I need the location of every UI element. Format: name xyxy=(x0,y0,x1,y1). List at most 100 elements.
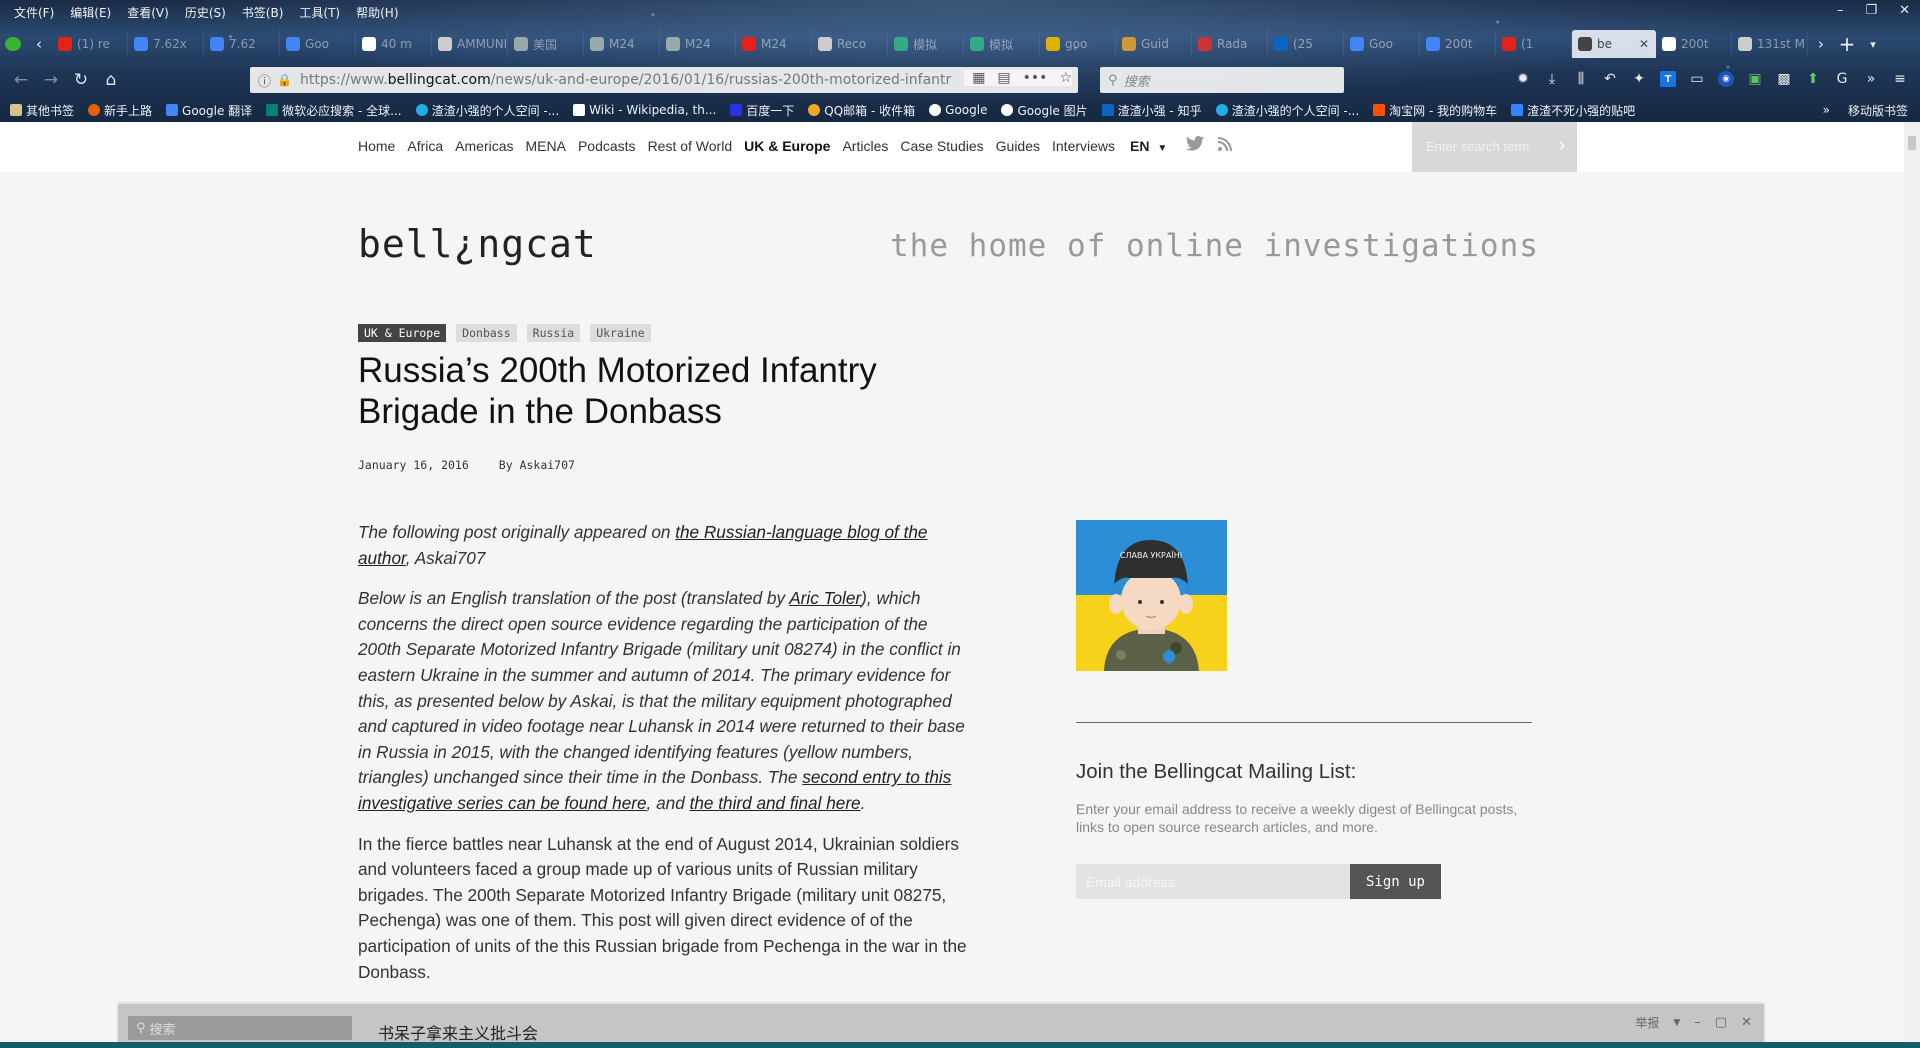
page-actions-icon[interactable]: ••• xyxy=(1023,70,1048,86)
reader-view-icon[interactable]: ▤ xyxy=(997,70,1010,86)
extension-screen-icon[interactable]: ▭ xyxy=(1689,71,1705,87)
nav-interviews[interactable]: Interviews xyxy=(1052,138,1115,154)
bookmark-item[interactable]: 百度一下 xyxy=(730,102,794,119)
browser-tab[interactable]: goo xyxy=(1040,30,1116,58)
bookmark-item[interactable]: Google xyxy=(929,103,987,117)
scroll-tabs-left-icon[interactable]: ‹ xyxy=(26,31,52,57)
browser-tab[interactable]: (25 xyxy=(1268,30,1344,58)
browser-tab[interactable]: M24 xyxy=(584,30,660,58)
nav-uk-europe[interactable]: UK & Europe xyxy=(744,138,830,154)
bookmark-item[interactable]: 淘宝网 - 我的购物车 xyxy=(1373,102,1497,119)
bookmark-item[interactable]: 渣渣不死小强的贴吧 xyxy=(1511,102,1635,119)
bookmark-item[interactable]: 渣渣小强 - 知乎 xyxy=(1101,102,1202,119)
browser-tab[interactable]: Rada xyxy=(1192,30,1268,58)
site-logo[interactable]: bell¿ngcat xyxy=(358,222,597,266)
search-submit-icon[interactable]: › xyxy=(1559,135,1565,156)
nav-podcasts[interactable]: Podcasts xyxy=(578,138,636,154)
bookmark-item[interactable]: Wiki - Wikipedia, th... xyxy=(573,103,716,117)
hamburger-menu-icon[interactable]: ≡ xyxy=(1892,71,1908,87)
bookmark-item[interactable]: Google 图片 xyxy=(1001,102,1088,119)
bookmark-item[interactable]: 微软必应搜索 - 全球... xyxy=(266,102,402,119)
extension-green-icon[interactable]: ▣ xyxy=(1747,71,1763,87)
bookmark-item[interactable]: 渣渣小强的个人空间 -... xyxy=(415,102,559,119)
email-field[interactable] xyxy=(1076,864,1350,899)
translate-extension-icon[interactable]: T xyxy=(1660,71,1676,87)
maximize-icon[interactable]: ▢ xyxy=(1715,1015,1727,1030)
extension-bird-icon[interactable]: ✦ xyxy=(1631,71,1647,87)
language-selector[interactable]: EN ▼ xyxy=(1130,138,1167,154)
nav-mena[interactable]: MENA xyxy=(526,138,566,154)
nav-articles[interactable]: Articles xyxy=(842,138,888,154)
browser-tab[interactable]: Goo xyxy=(280,30,356,58)
menu-history[interactable]: 历史(S) xyxy=(177,4,234,21)
bookmark-star-icon[interactable]: ☆ xyxy=(1059,70,1072,86)
browser-tab[interactable]: AMMUNI xyxy=(432,30,508,58)
download-icon[interactable]: ⤓ xyxy=(1544,71,1560,87)
bookmark-item[interactable]: 渣渣小强的个人空间 -... xyxy=(1215,102,1359,119)
new-tab-icon[interactable]: + xyxy=(1834,31,1860,57)
forward-icon[interactable]: → xyxy=(36,65,66,95)
menu-edit[interactable]: 编辑(E) xyxy=(62,4,119,21)
browser-tab[interactable]: 40 m xyxy=(356,30,432,58)
nav-africa[interactable]: Africa xyxy=(407,138,443,154)
chevron-down-icon[interactable]: ▼ xyxy=(1673,1018,1680,1028)
nav-case-studies[interactable]: Case Studies xyxy=(900,138,983,154)
page-scrollbar[interactable] xyxy=(1904,122,1920,1048)
undo-icon[interactable]: ↶ xyxy=(1602,71,1618,87)
signup-button[interactable]: Sign up xyxy=(1350,864,1441,899)
browser-tab[interactable]: M24 xyxy=(660,30,736,58)
browser-tab[interactable]: 131st M xyxy=(1732,30,1808,58)
browser-tab[interactable]: 200t xyxy=(1420,30,1496,58)
browser-search-input[interactable]: ⚲ 搜索 xyxy=(1100,67,1344,93)
site-info-icon[interactable]: ⓘ xyxy=(258,71,271,90)
mobile-bookmarks[interactable]: 移动版书签 xyxy=(1848,102,1908,119)
close-tab-icon[interactable]: ✕ xyxy=(1639,37,1649,51)
close-icon[interactable]: ✕ xyxy=(1741,1015,1752,1030)
tab-list-icon[interactable]: ▾ xyxy=(1860,31,1886,57)
minimize-icon[interactable]: – xyxy=(1694,1015,1701,1030)
nav-rest-of-world[interactable]: Rest of World xyxy=(648,138,733,154)
menu-tools[interactable]: 工具(T) xyxy=(291,4,348,21)
browser-tab[interactable]: 7.62x xyxy=(128,30,204,58)
browser-tab[interactable]: 模拟 xyxy=(888,30,964,58)
browser-tab[interactable]: be ✕ xyxy=(1572,30,1656,58)
tag-russia[interactable]: Russia xyxy=(526,324,581,342)
twitter-icon[interactable] xyxy=(1186,136,1204,155)
overlay-search-input[interactable]: ⚲ 搜索 xyxy=(128,1016,352,1040)
menu-bookmarks[interactable]: 书签(B) xyxy=(234,4,292,21)
browser-tab[interactable]: 模拟 xyxy=(964,30,1040,58)
menu-file[interactable]: 文件(F) xyxy=(6,4,62,21)
nav-guides[interactable]: Guides xyxy=(996,138,1040,154)
bookmark-item[interactable]: 新手上路 xyxy=(88,102,152,119)
bookmark-item[interactable]: 其他书签 xyxy=(10,102,74,119)
reload-icon[interactable]: ↻ xyxy=(66,65,96,95)
grammarly-icon[interactable]: G xyxy=(1834,71,1850,87)
browser-tab[interactable]: Goo xyxy=(1344,30,1420,58)
browser-tab[interactable]: M24 xyxy=(736,30,812,58)
browser-tab[interactable]: (1) re xyxy=(52,30,128,58)
home-icon[interactable]: ⌂ xyxy=(96,65,126,95)
tag-donbass[interactable]: Donbass xyxy=(456,324,517,342)
extension-dark-icon[interactable]: ▩ xyxy=(1776,71,1792,87)
minimize-icon[interactable]: – xyxy=(1837,3,1844,18)
bookmark-item[interactable]: QQ邮箱 - 收件箱 xyxy=(808,102,915,119)
maximize-icon[interactable]: ❐ xyxy=(1865,3,1877,18)
extension-arrow-icon[interactable]: ⬆ xyxy=(1805,71,1821,87)
wechat-icon[interactable] xyxy=(0,31,26,57)
report-link[interactable]: 举报 xyxy=(1635,1014,1659,1031)
site-search-input[interactable]: Enter search term › xyxy=(1412,122,1577,172)
browser-tab[interactable]: Reco xyxy=(812,30,888,58)
bookmark-item[interactable]: Google 翻译 xyxy=(166,102,252,119)
overflow-menu-icon[interactable]: » xyxy=(1863,71,1879,87)
library-icon[interactable]: ⫼ xyxy=(1573,71,1589,87)
close-window-icon[interactable]: ✕ xyxy=(1899,3,1910,18)
tag-uk-europe[interactable]: UK & Europe xyxy=(358,324,447,342)
browser-tab[interactable]: 200t xyxy=(1656,30,1732,58)
nav-americas[interactable]: Americas xyxy=(455,138,513,154)
menu-help[interactable]: 帮助(H) xyxy=(348,4,406,21)
browser-tab[interactable]: (1 xyxy=(1496,30,1572,58)
third-entry-link[interactable]: the third and final here xyxy=(690,793,861,813)
scrollbar-thumb[interactable] xyxy=(1908,136,1916,150)
rss-icon[interactable] xyxy=(1217,136,1232,155)
settings-icon[interactable]: ✹ xyxy=(1515,71,1531,87)
